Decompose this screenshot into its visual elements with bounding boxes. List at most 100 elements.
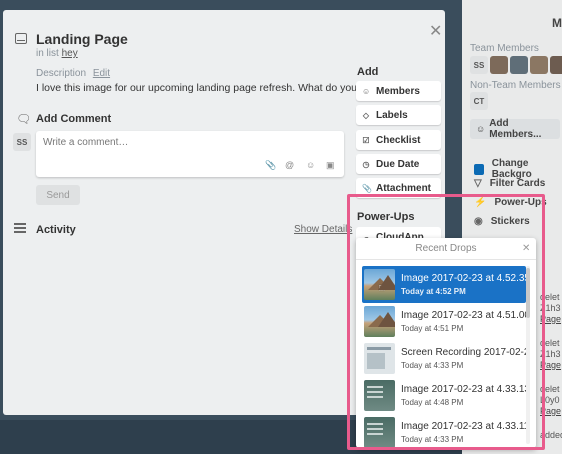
members-button[interactable]: ☺ Members (356, 81, 441, 101)
person-icon: ☺ (362, 86, 371, 96)
drop-time: Today at 4:51 PM (401, 324, 464, 333)
activity-fragment: Z1h3 (540, 349, 561, 359)
menu-item-change-background[interactable]: Change Backgro (474, 158, 562, 180)
button-label: Members (376, 85, 420, 97)
drop-item[interactable]: ☞ Image 2017-02-23 at 4.52.35 … Today at… (362, 266, 526, 303)
team-members-label: Team Members (470, 43, 539, 54)
activity-fragment: added (540, 430, 562, 440)
activity-fragment: L0y0 (540, 395, 560, 405)
power-ups-icon: ⚡ (474, 197, 487, 208)
attachment-button[interactable]: 📎 Attachment (356, 178, 441, 198)
image-thumbnail (364, 380, 395, 411)
team-member-photo[interactable] (490, 56, 508, 74)
menu-item-stickers[interactable]: ◉ Stickers (474, 216, 530, 227)
drop-item[interactable]: Image 2017-02-23 at 4.51.00 … Today at 4… (362, 303, 526, 340)
menu-item-label: Change Backgro (491, 158, 532, 180)
activity-fragment: Z1h3 (540, 303, 561, 313)
menu-item-filter-cards[interactable]: ▽ Filter Cards (474, 178, 545, 189)
description-text[interactable]: I love this image for our upcoming landi… (36, 82, 388, 94)
comment-icon: 🗨 (16, 112, 32, 126)
activity-fragment[interactable]: Page (540, 406, 561, 417)
labels-button[interactable]: ◇ Labels (356, 105, 441, 125)
activity-fragment: delet (540, 384, 560, 394)
drop-name: Image 2017-02-23 at 4.33.11 … (401, 421, 526, 432)
scrollbar[interactable] (526, 266, 530, 444)
image-thumbnail (364, 306, 395, 337)
tag-icon: ◇ (362, 110, 370, 120)
activity-heading: Activity (36, 224, 76, 236)
show-details-link[interactable]: Show Details (294, 224, 352, 235)
activity-fragment[interactable]: Page (540, 360, 561, 371)
drop-item[interactable]: Image 2017-02-23 at 4.33.13 … Today at 4… (362, 377, 526, 414)
button-label: Attachment (376, 182, 432, 194)
recording-thumbnail (364, 343, 395, 374)
due-date-button[interactable]: ◷ Due Date (356, 154, 441, 174)
card-title[interactable]: Landing Page (36, 31, 128, 47)
checklist-button[interactable]: ☑ Checklist (356, 130, 441, 150)
activity-fragment: delet (540, 338, 560, 348)
drop-item[interactable]: Screen Recording 2017-02-23… Today at 4:… (362, 340, 526, 377)
menu-item-label: Stickers (490, 216, 530, 227)
add-heading: Add (357, 66, 379, 78)
in-list-prefix: in list (36, 48, 59, 59)
drop-item[interactable]: Image 2017-02-23 at 4.33.11 … Today at 4… (362, 414, 526, 448)
hand-cursor-icon: ☞ (378, 281, 389, 295)
emoji-icon[interactable]: ☺ (306, 160, 315, 170)
drop-time: Today at 4:48 PM (401, 398, 464, 407)
button-label: Checklist (376, 134, 421, 146)
non-team-member-avatar[interactable]: CT (470, 92, 488, 110)
filter-icon: ▽ (474, 178, 482, 189)
drop-name: Image 2017-02-23 at 4.51.00 … (401, 310, 526, 321)
send-button[interactable]: Send (36, 185, 80, 205)
color-swatch-icon (474, 163, 484, 175)
description-label: Description Edit (36, 68, 110, 79)
activity-list-icon (14, 223, 26, 233)
person-icon: ☺ (476, 124, 486, 134)
add-members-label: Add Members... (489, 118, 542, 140)
edit-description-link[interactable]: Edit (93, 68, 110, 79)
scroll-thumb[interactable] (526, 268, 530, 318)
button-label: Due Date (376, 158, 420, 170)
drop-time: Today at 4:33 PM (401, 361, 464, 370)
checkbox-icon: ☑ (362, 135, 370, 145)
button-label: Labels (376, 109, 408, 121)
team-member-photo[interactable] (530, 56, 548, 74)
activity-fragment: delet (540, 292, 560, 302)
drop-time: Today at 4:52 PM (401, 287, 466, 296)
clock-icon: ◷ (362, 159, 370, 169)
popup-title: Recent Drops (356, 238, 536, 260)
menu-item-power-ups[interactable]: ⚡ Power-Ups (474, 197, 547, 208)
drop-name: Image 2017-02-23 at 4.52.35 … (401, 273, 526, 284)
comment-input[interactable] (43, 137, 333, 151)
card-icon (15, 33, 27, 44)
team-member-avatar[interactable]: SS (470, 56, 488, 74)
in-list-text: in list hey (36, 48, 78, 59)
recent-drops-popup: Recent Drops ✕ ☞ Image 2017-02-23 at 4.5… (356, 238, 536, 448)
close-icon[interactable]: ✕ (522, 243, 530, 254)
card-link-icon[interactable]: ▣ (326, 160, 335, 171)
sticker-icon: ◉ (474, 216, 483, 227)
non-team-members-label: Non-Team Members (470, 80, 561, 91)
image-thumbnail: ☞ (364, 269, 395, 300)
menu-item-label: Power-Ups (494, 197, 547, 208)
menu-item-label: Filter Cards (489, 178, 546, 189)
close-icon[interactable]: ✕ (429, 24, 442, 40)
image-thumbnail (364, 417, 395, 448)
activity-fragment[interactable]: Page (540, 314, 561, 325)
list-link[interactable]: hey (62, 48, 78, 59)
avatar[interactable]: SS (13, 133, 31, 151)
paperclip-icon[interactable]: 📎 (265, 160, 276, 171)
power-ups-heading: Power-Ups (357, 211, 415, 223)
add-comment-heading: Add Comment (36, 113, 112, 125)
drop-name: Image 2017-02-23 at 4.33.13 … (401, 384, 526, 395)
mention-icon[interactable]: @ (285, 160, 294, 170)
paperclip-icon: 📎 (362, 183, 372, 193)
description-heading: Description (36, 68, 87, 79)
drop-time: Today at 4:33 PM (401, 435, 464, 444)
team-member-photo[interactable] (510, 56, 528, 74)
team-member-photo[interactable] (550, 56, 562, 74)
comment-box[interactable]: 📎 @ ☺ ▣ (36, 131, 344, 177)
add-members-button[interactable]: ☺ Add Members... (470, 118, 560, 140)
menu-title: M (552, 16, 562, 30)
drop-name: Screen Recording 2017-02-23… (401, 347, 526, 358)
